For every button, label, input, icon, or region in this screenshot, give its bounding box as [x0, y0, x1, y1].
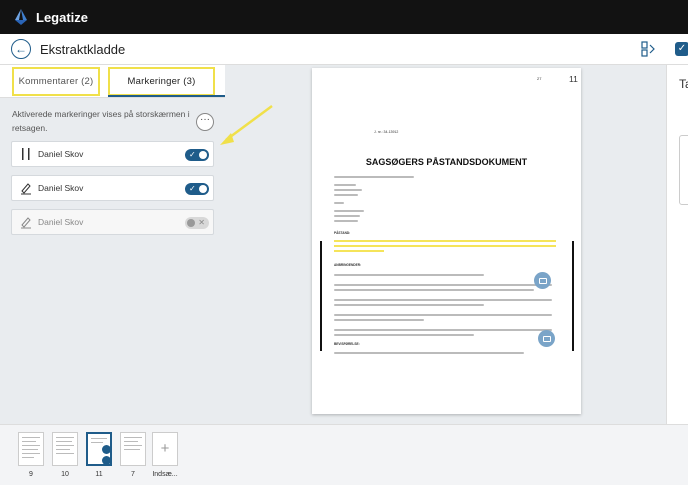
text-line	[334, 176, 414, 178]
text-line	[334, 220, 358, 222]
side-panel: Kommentarer (2) Markeringer (3) Aktivere…	[0, 65, 225, 424]
section-heading: PÅSTAND:	[334, 231, 351, 235]
marking-author: Daniel Skov	[38, 183, 84, 193]
text-line	[334, 314, 552, 316]
page-number: 11	[569, 74, 578, 84]
layout-toggle-icon[interactable]	[641, 41, 655, 57]
text-line	[334, 274, 484, 276]
right-panel-title: Ta	[679, 77, 688, 91]
right-panel: Ta	[666, 65, 688, 424]
document-page[interactable]: 27 11 J. nr.: 34-13912 SAGSØGERS PÅSTAND…	[312, 68, 581, 414]
marking-toggle[interactable]: ✓	[185, 149, 209, 161]
check-icon: ✓	[189, 150, 196, 159]
toggle-knob	[199, 151, 207, 159]
text-line	[334, 299, 552, 301]
text-line	[334, 334, 474, 336]
text-line	[334, 352, 524, 354]
text-line	[334, 202, 344, 204]
highlighted-text	[334, 240, 556, 242]
marking-toggle[interactable]: ✕	[185, 217, 209, 229]
toggle-knob	[187, 219, 195, 227]
page-thumbnail[interactable]	[120, 432, 146, 466]
highlighter-pen-icon	[19, 215, 33, 229]
markings-info-text: Aktiverede markeringer vises på storskær…	[12, 109, 190, 133]
insert-label: Indsæ...	[152, 471, 178, 478]
app-name: Legatize	[36, 9, 89, 25]
text-line	[334, 184, 356, 186]
more-options-button[interactable]: ···	[196, 113, 214, 131]
text-line	[334, 194, 358, 196]
marking-author: Daniel Skov	[38, 217, 84, 227]
highlighted-text	[334, 250, 384, 252]
document-title: SAGSØGERS PÅSTANDSDOKUMENT	[365, 157, 528, 167]
panel-tabs: Kommentarer (2) Markeringer (3)	[0, 65, 225, 98]
active-tab-indicator	[108, 95, 225, 97]
page-thumbnail[interactable]	[52, 432, 78, 466]
text-line	[334, 289, 534, 291]
journal-number: J. nr.: 34-13912	[374, 130, 399, 134]
margin-marking-bar	[320, 241, 322, 351]
document-viewer[interactable]: 27 11 J. nr.: 34-13912 SAGSØGERS PÅSTAND…	[225, 65, 666, 424]
plus-icon: +	[160, 440, 170, 457]
marking-toggle[interactable]: ✓	[185, 183, 209, 195]
text-line	[334, 284, 552, 286]
text-line	[334, 189, 362, 191]
legatize-logo-icon	[12, 8, 30, 26]
thumbnail-label: 9	[29, 471, 33, 478]
app-topbar: Legatize	[0, 0, 688, 34]
text-line	[334, 304, 484, 306]
highlighter-pen-icon	[19, 181, 33, 195]
text-line	[334, 215, 360, 217]
text-line	[334, 210, 364, 212]
page-header: ← Ekstraktkladde ✓	[0, 34, 688, 65]
page-title: Ekstraktkladde	[40, 41, 126, 57]
section-heading: ANBRINGENDER:	[334, 263, 362, 267]
right-panel-box	[679, 135, 688, 205]
marking-item[interactable]: Daniel Skov ✕	[11, 209, 214, 235]
thumbnail-label: 7	[131, 471, 135, 478]
thumbnail-label: 10	[61, 471, 69, 478]
toggle-knob	[199, 185, 207, 193]
insert-page-button[interactable]: +	[152, 432, 178, 466]
page-thumbnail-selected[interactable]	[86, 432, 112, 466]
margin-marking-bar	[572, 241, 574, 351]
text-line	[334, 319, 424, 321]
check-icon: ✓	[189, 184, 196, 193]
page-top-number: 27	[537, 76, 542, 81]
comment-badge-icon	[102, 445, 111, 454]
tab-comments[interactable]: Kommentarer (2)	[12, 67, 100, 96]
marking-item[interactable]: Daniel Skov ✓	[11, 175, 214, 201]
arrow-left-icon: ←	[15, 42, 27, 56]
thumbnail-strip: 9 10 11 7 + Indsæ...	[0, 424, 688, 485]
section-heading: BEVISFØRELSE:	[334, 342, 360, 346]
double-bar-icon	[19, 147, 33, 161]
marking-badge-icon	[102, 456, 111, 465]
page-thumbnail[interactable]	[18, 432, 44, 466]
comment-marker-icon[interactable]	[534, 272, 551, 289]
close-icon: ✕	[198, 218, 205, 227]
marking-item[interactable]: Daniel Skov ✓	[11, 141, 214, 167]
check-icon[interactable]: ✓	[675, 42, 688, 56]
text-line	[334, 329, 552, 331]
comment-marker-icon[interactable]	[538, 330, 555, 347]
thumbnail-label: 11	[95, 471, 103, 478]
marking-author: Daniel Skov	[38, 149, 84, 159]
back-button[interactable]: ←	[11, 39, 31, 59]
highlighted-text	[334, 245, 556, 247]
tab-markings[interactable]: Markeringer (3)	[108, 67, 215, 96]
